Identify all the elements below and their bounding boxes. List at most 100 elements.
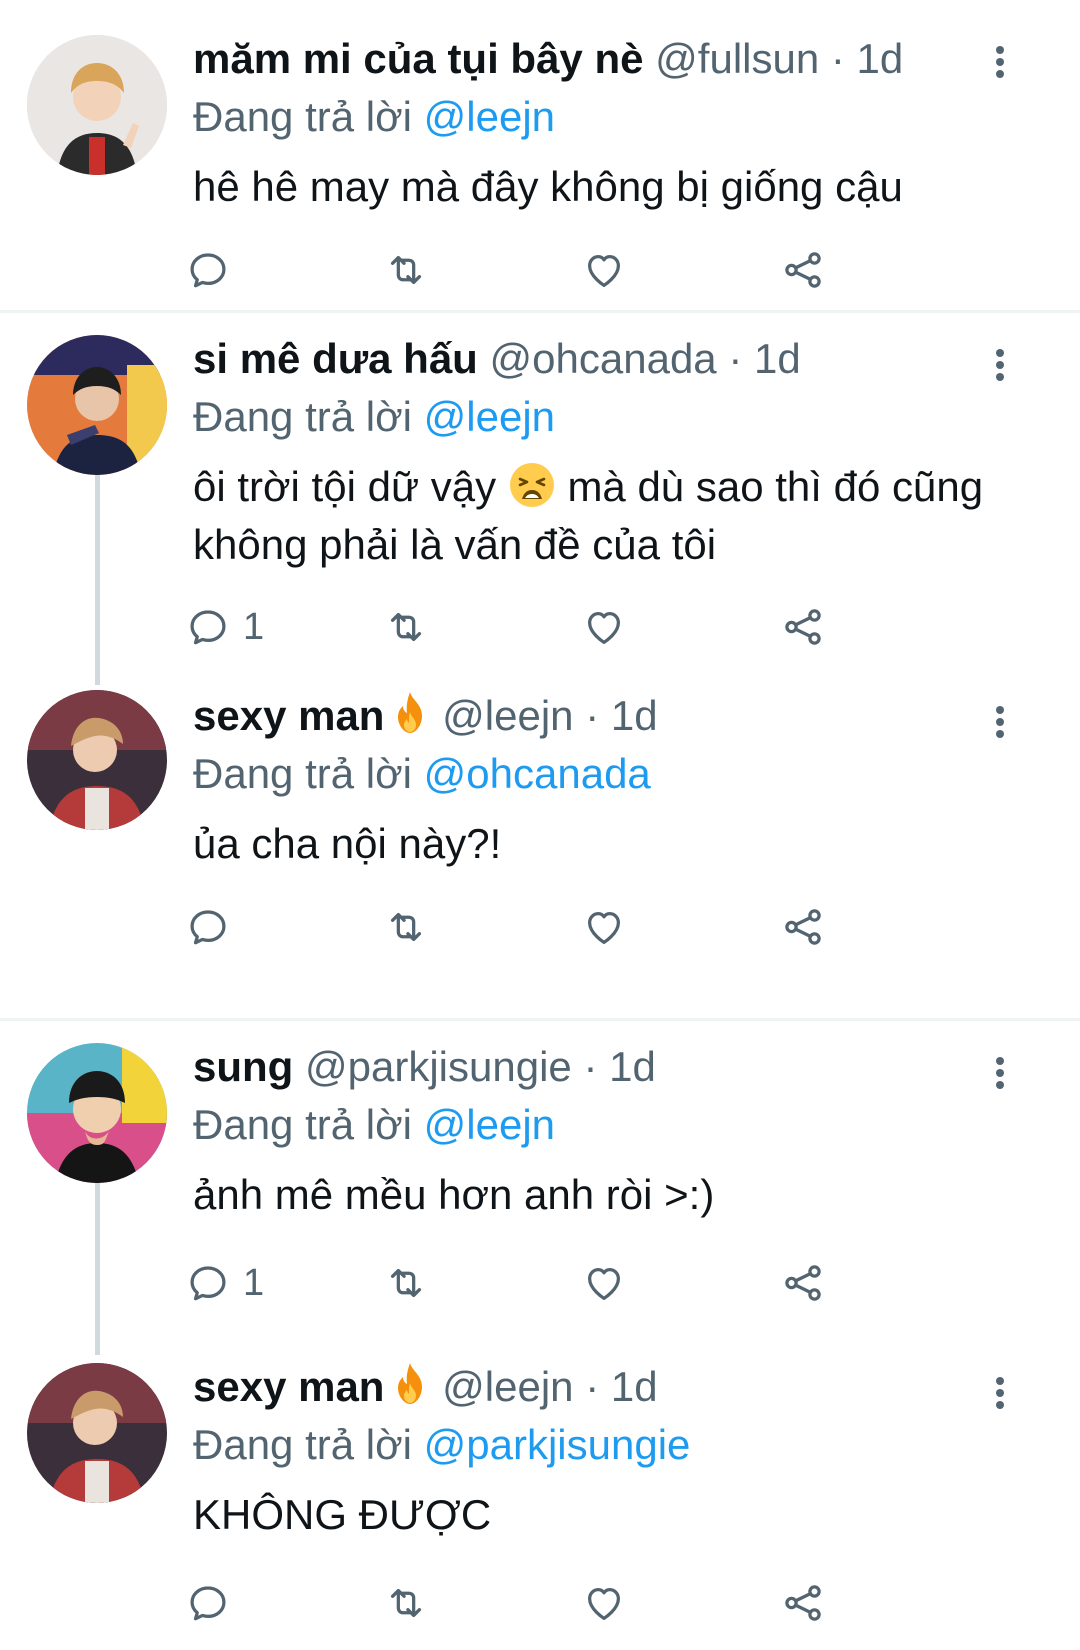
replying-to: Đang trả lời @leejn (193, 88, 555, 146)
tweet-header: măm mi của tụi bây nè @fullsun · 1d (193, 30, 903, 88)
like-button[interactable] (581, 1578, 627, 1628)
retweet-icon (383, 604, 429, 650)
tweet-text: hê hê may mà đây không bị giống cậu (193, 163, 903, 210)
replying-to-label: Đang trả lời (193, 93, 412, 140)
retweet-button[interactable] (383, 1258, 429, 1308)
share-icon (780, 1260, 826, 1306)
reply-button[interactable]: 1 (185, 602, 264, 652)
user-handle[interactable]: @ohcanada (490, 335, 717, 382)
retweet-icon (383, 1260, 429, 1306)
retweet-icon (383, 247, 429, 293)
display-name[interactable]: si mê dưa hấu (193, 335, 478, 382)
avatar[interactable] (27, 35, 167, 175)
share-button[interactable] (780, 902, 826, 952)
user-handle[interactable]: @parkjisungie (305, 1043, 572, 1090)
share-icon (780, 604, 826, 650)
more-options-icon[interactable] (985, 702, 1015, 742)
replying-to: Đang trả lời @leejn (193, 1096, 555, 1154)
like-button[interactable] (581, 245, 627, 295)
reply-button[interactable] (185, 245, 243, 295)
retweet-button[interactable] (383, 1578, 429, 1628)
share-icon (780, 1580, 826, 1626)
timestamp[interactable]: 1d (857, 35, 904, 82)
display-name[interactable]: sexy man (193, 1363, 384, 1410)
separator: · (583, 1043, 598, 1090)
tweet[interactable]: si mê dưa hấu @ohcanada · 1d Đang trả lờ… (0, 313, 1080, 665)
tweet[interactable]: măm mi của tụi bây nè @fullsun · 1d Đang… (0, 0, 1080, 310)
separator: · (585, 692, 600, 739)
replying-to-mention[interactable]: @leejn (424, 1101, 555, 1148)
reply-icon (185, 1580, 231, 1626)
heart-icon (581, 1260, 627, 1306)
tweet-text-part: ôi trời tội dữ vậy (193, 463, 497, 510)
heart-icon (581, 904, 627, 950)
user-handle[interactable]: @fullsun (655, 35, 819, 82)
timestamp[interactable]: 1d (611, 1363, 658, 1410)
replying-to: Đang trả lời @leejn (193, 388, 555, 446)
replying-to-label: Đang trả lời (193, 393, 412, 440)
fire-emoji (390, 690, 430, 736)
like-button[interactable] (581, 602, 627, 652)
retweet-button[interactable] (383, 902, 429, 952)
more-options-icon[interactable] (985, 1053, 1015, 1093)
share-button[interactable] (780, 602, 826, 652)
reply-icon (185, 904, 231, 950)
tweet[interactable]: sexy man @leejn · 1d Đang trả lời @parkj… (0, 1341, 1080, 1650)
replying-to-mention[interactable]: @parkjisungie (424, 1421, 691, 1468)
tweet-header: sexy man @leejn · 1d (193, 1358, 658, 1416)
user-handle[interactable]: @leejn (442, 1363, 573, 1410)
more-options-icon[interactable] (985, 42, 1015, 82)
heart-icon (581, 247, 627, 293)
replying-to-label: Đang trả lời (193, 750, 412, 797)
replying-to: Đang trả lời @parkjisungie (193, 1416, 690, 1474)
retweet-button[interactable] (383, 245, 429, 295)
replying-to-mention[interactable]: @leejn (424, 93, 555, 140)
like-button[interactable] (581, 902, 627, 952)
timestamp[interactable]: 1d (611, 692, 658, 739)
user-handle[interactable]: @leejn (442, 692, 573, 739)
replying-to: Đang trả lời @ohcanada (193, 745, 651, 803)
like-button[interactable] (581, 1258, 627, 1308)
weary-face-emoji (508, 461, 556, 509)
display-name[interactable]: sung (193, 1043, 293, 1090)
tweet-header: sung @parkjisungie · 1d (193, 1038, 656, 1096)
reply-button[interactable] (185, 902, 243, 952)
share-button[interactable] (780, 1258, 826, 1308)
share-button[interactable] (780, 1578, 826, 1628)
tweet[interactable]: sexy man @leejn · 1d Đang trả lời @ohcan… (0, 665, 1080, 965)
retweet-button[interactable] (383, 602, 429, 652)
replying-to-mention[interactable]: @ohcanada (424, 750, 651, 797)
separator: · (830, 35, 845, 82)
tweet[interactable]: sung @parkjisungie · 1d Đang trả lời @le… (0, 1021, 1080, 1341)
avatar[interactable] (27, 690, 167, 830)
reply-feed: măm mi của tụi bây nè @fullsun · 1d Đang… (0, 0, 1080, 1650)
heart-icon (581, 1580, 627, 1626)
timestamp[interactable]: 1d (754, 335, 801, 382)
display-name[interactable]: măm mi của tụi bây nè (193, 35, 643, 82)
tweet-text: ủa cha nội này?! (193, 820, 502, 867)
retweet-icon (383, 1580, 429, 1626)
replying-to-mention[interactable]: @leejn (424, 393, 555, 440)
tweet-text: KHÔNG ĐƯỢC (193, 1491, 492, 1538)
avatar[interactable] (27, 335, 167, 475)
more-options-icon[interactable] (985, 345, 1015, 385)
separator: · (585, 1363, 600, 1410)
avatar[interactable] (27, 1043, 167, 1183)
timestamp[interactable]: 1d (609, 1043, 656, 1090)
reply-button[interactable] (185, 1578, 243, 1628)
tweet-text: ảnh mê mều hơn anh ròi >:) (193, 1171, 715, 1218)
reply-button[interactable]: 1 (185, 1258, 264, 1308)
tweet-header: si mê dưa hấu @ohcanada · 1d (193, 330, 801, 388)
heart-icon (581, 604, 627, 650)
avatar[interactable] (27, 1363, 167, 1503)
more-options-icon[interactable] (985, 1373, 1015, 1413)
tweet-text: ôi trời tội dữ vậy mà dù sao thì đó cũng… (193, 458, 1013, 574)
display-name[interactable]: sexy man (193, 692, 384, 739)
replying-to-label: Đang trả lời (193, 1421, 412, 1468)
share-button[interactable] (780, 245, 826, 295)
reply-count: 1 (243, 606, 265, 648)
tweet-header: sexy man @leejn · 1d (193, 687, 658, 745)
reply-count: 1 (243, 1262, 265, 1304)
retweet-icon (383, 904, 429, 950)
separator: · (728, 335, 743, 382)
